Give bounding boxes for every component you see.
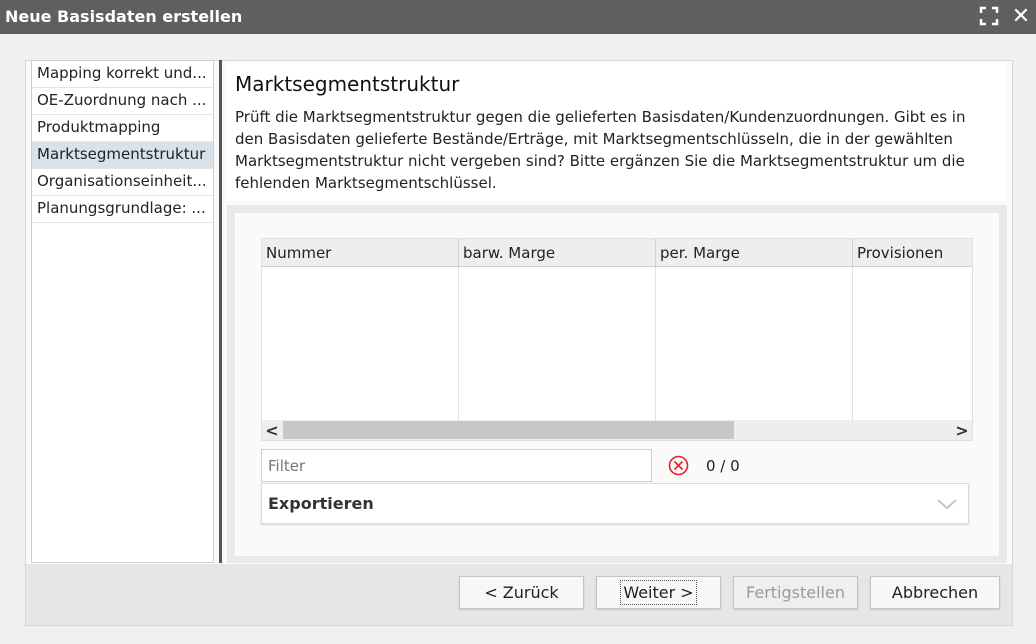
maximize-icon-graphic bbox=[979, 6, 999, 26]
horizontal-scrollbar[interactable]: < > bbox=[262, 420, 972, 440]
wizard-step-planungsgrundlage[interactable]: Planungsgrundlage: ... bbox=[32, 196, 213, 223]
cancel-button[interactable]: Abbrechen bbox=[870, 576, 1000, 609]
filter-result-count: 0 / 0 bbox=[706, 457, 740, 475]
chevron-down-icon[interactable] bbox=[936, 494, 958, 514]
step-title: Marktsegmentstruktur bbox=[235, 72, 460, 96]
wizard-step-organisationseinheit[interactable]: Organisationseinheit... bbox=[32, 169, 213, 196]
wizard-step-mapping[interactable]: Mapping korrekt und... bbox=[32, 61, 213, 88]
scroll-right-icon[interactable]: > bbox=[952, 420, 972, 440]
next-button[interactable]: Weiter > bbox=[596, 576, 721, 609]
step-description: Prüft die Marktsegmentstruktur gegen die… bbox=[235, 108, 966, 192]
column-header-provisionen[interactable]: Provisionen bbox=[853, 239, 972, 267]
scroll-left-icon[interactable]: < bbox=[262, 420, 282, 440]
window-title: Neue Basisdaten erstellen bbox=[5, 7, 243, 26]
window-titlebar: Neue Basisdaten erstellen ✕ bbox=[0, 0, 1036, 34]
clear-filter-icon[interactable] bbox=[668, 455, 689, 476]
column-header-per-marge[interactable]: per. Marge bbox=[656, 239, 853, 267]
close-icon[interactable]: ✕ bbox=[1010, 4, 1032, 29]
column-header-nummer[interactable]: Nummer bbox=[262, 239, 459, 267]
export-section[interactable]: Exportieren bbox=[261, 483, 969, 524]
back-button[interactable]: < Zurück bbox=[459, 576, 584, 609]
wizard-step-oe-zuordnung[interactable]: OE-Zuordnung nach ... bbox=[32, 88, 213, 115]
panel-splitter[interactable] bbox=[219, 60, 222, 563]
export-label: Exportieren bbox=[268, 494, 374, 513]
column-divider bbox=[852, 267, 853, 420]
column-divider bbox=[655, 267, 656, 420]
filter-input[interactable] bbox=[261, 449, 652, 482]
result-table: Nummer barw. Marge per. Marge Provisione… bbox=[261, 238, 973, 441]
next-button-label: Weiter > bbox=[620, 580, 697, 605]
scrollbar-thumb[interactable] bbox=[283, 421, 734, 439]
finish-button[interactable]: Fertigstellen bbox=[733, 576, 858, 609]
clear-filter-icon-graphic bbox=[668, 455, 689, 476]
cancel-button-label: Abbrechen bbox=[891, 583, 979, 602]
column-divider bbox=[458, 267, 459, 420]
step-description-panel: Marktsegmentstruktur Prüft die Marktsegm… bbox=[227, 62, 1007, 200]
wizard-step-produktmapping[interactable]: Produktmapping bbox=[32, 115, 213, 142]
maximize-icon[interactable] bbox=[978, 5, 1000, 27]
wizard-step-marktsegmentstruktur[interactable]: Marktsegmentstruktur bbox=[32, 142, 213, 169]
column-header-barw-marge[interactable]: barw. Marge bbox=[459, 239, 656, 267]
wizard-step-list: Mapping korrekt und... OE-Zuordnung nach… bbox=[31, 60, 214, 563]
back-button-label: < Zurück bbox=[484, 583, 559, 602]
finish-button-label: Fertigstellen bbox=[746, 583, 845, 602]
chevron-down-icon-graphic bbox=[937, 499, 957, 510]
